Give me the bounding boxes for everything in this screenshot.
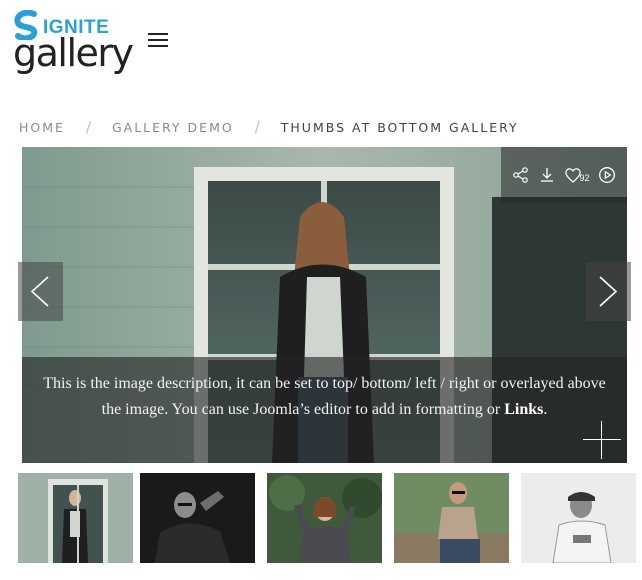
image-toolbar: 92 (501, 147, 627, 203)
caption-link[interactable]: Links (504, 401, 543, 418)
site-logo[interactable]: IGNITE gallery (12, 6, 134, 78)
caption-period: . (543, 401, 548, 418)
download-icon[interactable] (538, 166, 556, 184)
thumbnail-4[interactable] (394, 473, 509, 563)
caption-text: This is the image description, it can be… (36, 371, 613, 423)
like-count: 92 (579, 173, 590, 183)
previous-image-button[interactable] (18, 262, 63, 321)
logo-bottom-word: gallery (13, 31, 134, 75)
thumbnail-2[interactable] (140, 473, 255, 563)
next-image-button[interactable] (586, 262, 631, 321)
share-icon[interactable] (512, 166, 530, 184)
thumbnail-1[interactable] (18, 473, 133, 563)
thumbnail-5[interactable] (521, 473, 636, 563)
plus-icon[interactable] (583, 421, 621, 459)
breadcrumb: HOME / GALLERY DEMO / THUMBS AT BOTTOM G… (19, 118, 519, 136)
breadcrumb-current: THUMBS AT BOTTOM GALLERY (280, 119, 519, 135)
play-icon[interactable] (598, 166, 616, 184)
image-caption: This is the image description, it can be… (22, 357, 627, 463)
breadcrumb-separator: / (85, 118, 91, 136)
thumbnail-3[interactable] (267, 473, 382, 563)
breadcrumb-gallery-demo[interactable]: GALLERY DEMO (112, 120, 234, 135)
main-gallery-image[interactable]: 92 This is the image description, it can… (22, 147, 627, 463)
breadcrumb-separator: / (254, 118, 260, 136)
hamburger-icon[interactable] (148, 33, 168, 49)
like-button[interactable]: 92 (564, 166, 590, 184)
chevron-left-icon (30, 276, 49, 307)
thumbnail-strip (18, 473, 642, 563)
breadcrumb-home[interactable]: HOME (19, 120, 65, 135)
chevron-right-icon (599, 276, 618, 307)
